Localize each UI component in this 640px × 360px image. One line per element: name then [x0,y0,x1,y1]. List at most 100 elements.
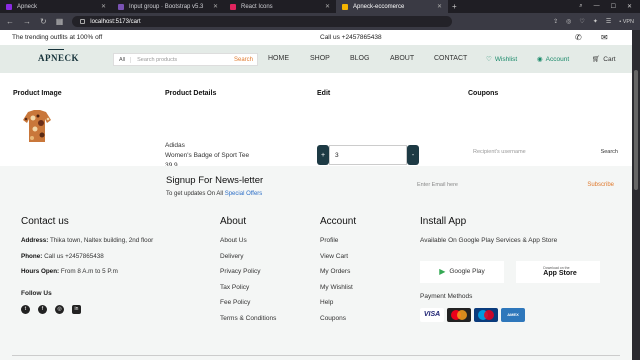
nav-item-contact[interactable]: CONTACT [434,55,467,62]
help-link[interactable]: Help [320,299,356,315]
coupon-search-button[interactable]: Search [601,149,618,155]
product-details-header: Product Details [165,90,217,97]
shield-icon[interactable]: ♡ [579,18,584,25]
about-title: About [220,216,247,227]
camera-icon[interactable]: ◎ [566,18,571,25]
app-store-text: Download on the App Store [543,266,576,278]
tab-favicon-icon [230,3,236,10]
logo[interactable]: APNECK [38,49,79,63]
close-window-icon[interactable]: ✕ [627,3,632,10]
view-cart-link[interactable]: View Cart [320,253,356,269]
nav-item-about[interactable]: ABOUT [390,55,434,62]
fee-policy-link[interactable]: Fee Policy [220,299,276,315]
decrease-quantity-button[interactable]: - [407,145,419,165]
increase-quantity-button[interactable]: + [317,145,329,165]
search-tabs-icon[interactable]: ⌕ [579,3,582,10]
promo-text: The trending outfits at 100% off [12,34,103,41]
delivery-link[interactable]: Delivery [220,253,276,269]
coupon-input[interactable]: Recipient's username [470,149,601,155]
share-icon[interactable]: ⇪ [553,18,558,25]
reload-icon[interactable]: ↻ [40,17,47,26]
tax-policy-link[interactable]: Tax Policy [220,284,276,300]
nav-item-shop[interactable]: SHOP [310,55,350,62]
close-tab-icon[interactable]: ✕ [101,3,106,10]
address-bar-actions: ⇪ ◎ ♡ ✦ ☰ • VPN [553,18,634,26]
url-text: localhost:5173/cart [90,18,141,25]
browser-tab[interactable]: Input group · Bootstrap v5.3 ✕ [112,0,224,13]
product-image[interactable] [22,108,52,144]
mastercard-icon [447,307,471,322]
account-link[interactable]: ◉ Account [537,55,569,64]
new-tab-button[interactable]: + [452,2,457,11]
phone-line: Phone: Call us +2457865438 [21,253,153,269]
google-play-label: Google Play [449,268,485,275]
facebook-icon[interactable]: f [38,304,47,314]
vpn-button[interactable]: • VPN [619,19,634,25]
forward-icon[interactable]: → [23,17,31,26]
mastercard-circles [451,309,467,320]
amex-icon: AMEX [501,307,525,322]
browser-tab-bar: Apneck ✕ Input group · Bootstrap v5.3 ✕ … [0,0,640,13]
site-info-icon[interactable] [80,19,86,24]
grid-icon[interactable]: ▦ [56,17,64,26]
tab-title: Apneck-eccomerce [353,3,405,10]
user-icon: ◉ [537,56,543,63]
nav-item-home[interactable]: HOME [268,55,310,62]
scrollbar-thumb[interactable] [634,70,638,190]
extensions-icon[interactable]: ✦ [593,18,598,25]
my-orders-link[interactable]: My Orders [320,268,356,284]
bookmarks-icon[interactable]: ☰ [606,18,611,25]
browser-tab-active[interactable]: Apneck-eccomerce ✕ [336,0,448,13]
search-button[interactable]: Search [230,57,257,63]
close-tab-icon[interactable]: ✕ [213,3,218,10]
google-play-badge[interactable]: ▶ Google Play [420,260,504,283]
browser-tab[interactable]: React Icons ✕ [224,0,336,13]
address-label: Address: [21,237,49,244]
coupons-link[interactable]: Coupons [320,315,356,331]
nav-item-blog[interactable]: BLOG [350,55,390,62]
payment-cards: VISA AMEX [420,307,600,322]
cart-section: Product Image Product Details Edit Coupo… [0,73,632,169]
tab-title: React Icons [241,3,273,10]
app-store-badge[interactable]: Download on the App Store [516,260,600,283]
address-value: Thika town, Naltex building, 2nd floor [49,237,154,244]
twitter-icon[interactable]: t [21,304,30,314]
wishlist-label: Wishlist [494,55,518,63]
about-us-link[interactable]: About Us [220,237,276,253]
privacy-policy-link[interactable]: Privacy Policy [220,268,276,284]
special-offers-link[interactable]: Special Offers [225,191,263,197]
minimize-icon[interactable]: — [594,3,600,10]
footer-about: About About Us Delivery Privacy Policy T… [220,216,276,330]
phone-value[interactable]: Call us +2457865438 [44,253,104,260]
email-input[interactable]: Enter Email here [414,182,587,188]
page-scrollbar[interactable] [632,30,640,360]
subscribe-button[interactable]: Subscribe [587,182,614,188]
close-tab-icon[interactable]: ✕ [437,3,442,10]
category-select[interactable]: All [114,56,132,63]
close-tab-icon[interactable]: ✕ [325,3,330,10]
url-field[interactable]: localhost:5173/cart [72,16,453,27]
main-nav: HOME SHOP BLOG ABOUT CONTACT [268,55,467,62]
back-icon[interactable]: ← [6,17,14,26]
webpage: The trending outfits at 100% off Call us… [0,30,632,360]
cart-label: Cart [603,55,616,63]
newsletter-form: Enter Email here Subscribe [414,178,614,192]
search-input[interactable]: Search products [131,57,230,63]
footer-contact: Contact us Address: Thika town, Naltex b… [21,216,153,314]
tab-title: Input group · Bootstrap v5.3 [129,3,204,10]
instagram-icon[interactable]: ◎ [55,304,64,314]
maximize-icon[interactable]: ☐ [611,3,616,10]
quantity-input[interactable]: 3 [329,145,407,165]
store-badges: ▶ Google Play Download on the App Store [420,260,600,283]
cart-link[interactable]: 🛒︎ Cart [592,55,616,64]
heart-icon: ♡ [486,56,492,63]
profile-link[interactable]: Profile [320,237,356,253]
wishlist-link[interactable]: ♡ Wishlist [486,55,518,64]
my-wishlist-link[interactable]: My Wishlist [320,284,356,300]
product-brand: Adidas [165,142,185,149]
linkedin-icon[interactable]: in [72,304,81,314]
footer-account: Account Profile View Cart My Orders My W… [320,216,356,330]
install-app-subtitle: Available On Google Play Services & App … [420,237,558,244]
terms-link[interactable]: Terms & Conditions [220,315,276,331]
browser-tab[interactable]: Apneck ✕ [0,0,112,13]
